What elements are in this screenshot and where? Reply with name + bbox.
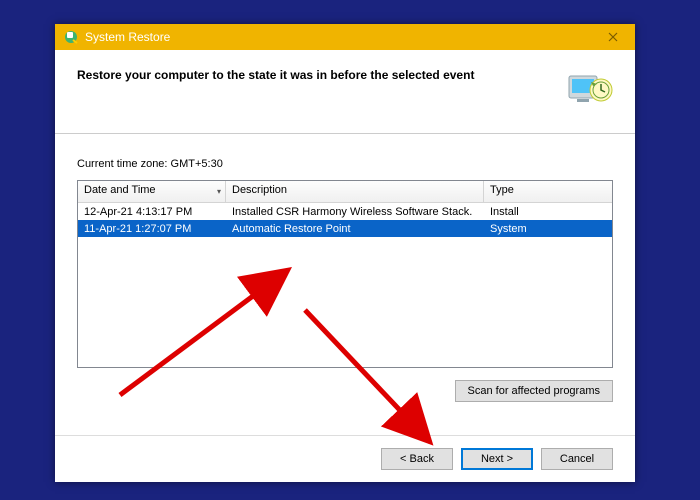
table-cell: Install (484, 205, 612, 219)
table-cell: 11-Apr-21 1:27:07 PM (78, 222, 226, 236)
page-title: Restore your computer to the state it wa… (77, 68, 551, 82)
titlebar[interactable]: System Restore (55, 24, 635, 50)
next-button[interactable]: Next > (461, 448, 533, 470)
body: Current time zone: GMT+5:30 Date and Tim… (55, 134, 635, 435)
system-restore-window: System Restore Restore your computer to … (55, 24, 635, 482)
cancel-button[interactable]: Cancel (541, 448, 613, 470)
col-description[interactable]: Description (226, 181, 484, 202)
col-type-label: Type (490, 184, 514, 196)
col-date[interactable]: Date and Time ▾ (78, 181, 226, 202)
restore-points-table[interactable]: Date and Time ▾ Description Type 12-Apr-… (77, 180, 613, 368)
table-body: 12-Apr-21 4:13:17 PMInstalled CSR Harmon… (78, 203, 612, 237)
table-cell: Installed CSR Harmony Wireless Software … (226, 205, 484, 219)
col-type[interactable]: Type (484, 181, 612, 202)
col-description-label: Description (232, 184, 287, 196)
timezone-label: Current time zone: GMT+5:30 (77, 158, 613, 170)
footer: < Back Next > Cancel (55, 435, 635, 482)
table-cell: System (484, 222, 612, 236)
table-row[interactable]: 11-Apr-21 1:27:07 PMAutomatic Restore Po… (78, 220, 612, 237)
header: Restore your computer to the state it wa… (55, 50, 635, 134)
table-cell: Automatic Restore Point (226, 222, 484, 236)
restore-hero-icon (567, 68, 613, 108)
scan-affected-button[interactable]: Scan for affected programs (455, 380, 613, 402)
app-icon (63, 29, 79, 45)
back-button[interactable]: < Back (381, 448, 453, 470)
sort-desc-icon: ▾ (217, 187, 221, 196)
window-title: System Restore (85, 30, 587, 44)
table-header: Date and Time ▾ Description Type (78, 181, 612, 203)
table-row[interactable]: 12-Apr-21 4:13:17 PMInstalled CSR Harmon… (78, 203, 612, 220)
table-cell: 12-Apr-21 4:13:17 PM (78, 205, 226, 219)
col-date-label: Date and Time (84, 184, 156, 196)
close-button[interactable] (593, 24, 633, 50)
